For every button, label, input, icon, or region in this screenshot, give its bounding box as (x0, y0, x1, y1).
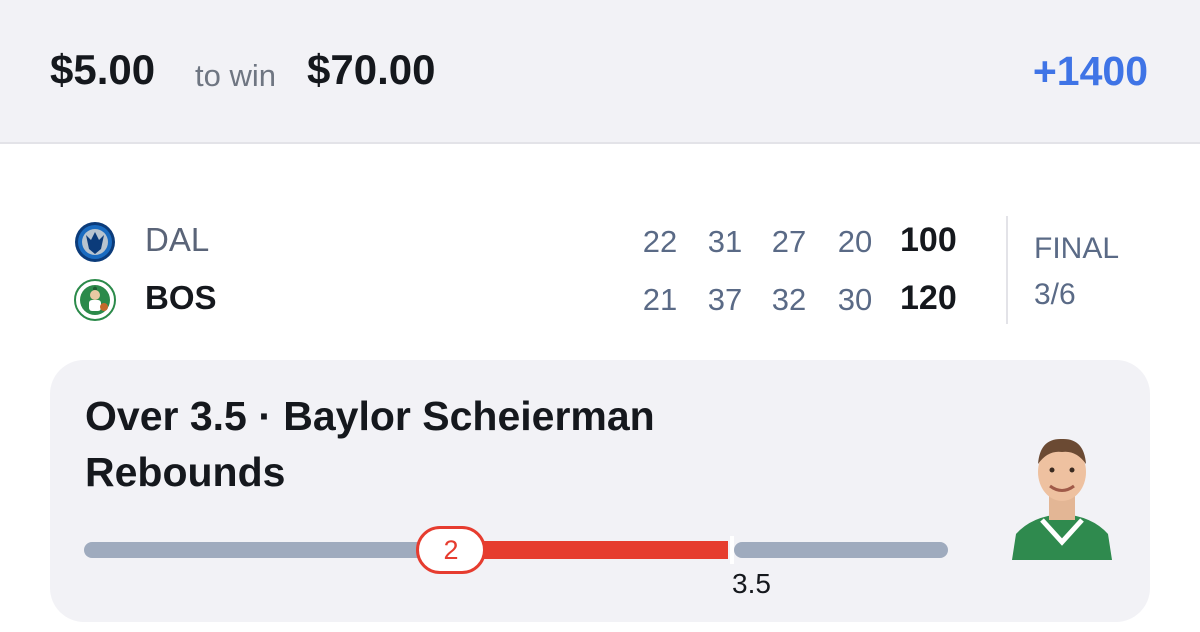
progress-fill (470, 541, 728, 559)
quarter-score: 31 (707, 224, 743, 259)
mavericks-logo-icon (74, 221, 116, 263)
stake-amount: $5.00 (50, 46, 156, 93)
team-abbr-bos: BOS (145, 279, 217, 316)
quarter-score: 32 (771, 282, 807, 317)
total-score-bos: 120 (900, 279, 957, 317)
scoreboard-row-bos: BOS 21 37 32 30 120 (0, 273, 1200, 323)
progress-track-left (84, 542, 464, 558)
team-abbr-dal: DAL (145, 221, 210, 258)
line-marker (730, 536, 734, 564)
payout-amount: $70.00 (307, 46, 436, 93)
game-status: FINAL (1034, 232, 1120, 265)
prop-card[interactable]: Over 3.5 · Baylor Scheierman Rebounds 2 … (50, 360, 1150, 622)
bet-summary-bar: $5.00 to win $70.00 +1400 (0, 0, 1200, 144)
quarter-score: 37 (707, 282, 743, 317)
to-win-label: to win (195, 58, 276, 93)
quarter-score: 27 (771, 224, 807, 259)
game-date: 3/6 (1034, 278, 1076, 311)
total-score-dal: 100 (900, 221, 957, 259)
prop-title: Over 3.5 · Baylor Scheierman Rebounds (85, 393, 655, 495)
status-divider (1006, 216, 1008, 324)
quarter-score: 20 (837, 224, 873, 259)
scoreboard-row-dal: DAL 22 31 27 20 100 (0, 215, 1200, 265)
quarter-score: 21 (642, 282, 678, 317)
line-value-label: 3.5 (732, 568, 771, 599)
player-headshot-icon (1002, 430, 1122, 560)
quarter-score: 30 (837, 282, 873, 317)
current-value-badge: 2 (416, 526, 486, 574)
progress-track-right (734, 542, 948, 558)
celtics-logo-icon (74, 279, 116, 321)
quarter-score: 22 (642, 224, 678, 259)
odds-value: +1400 (1032, 48, 1148, 94)
